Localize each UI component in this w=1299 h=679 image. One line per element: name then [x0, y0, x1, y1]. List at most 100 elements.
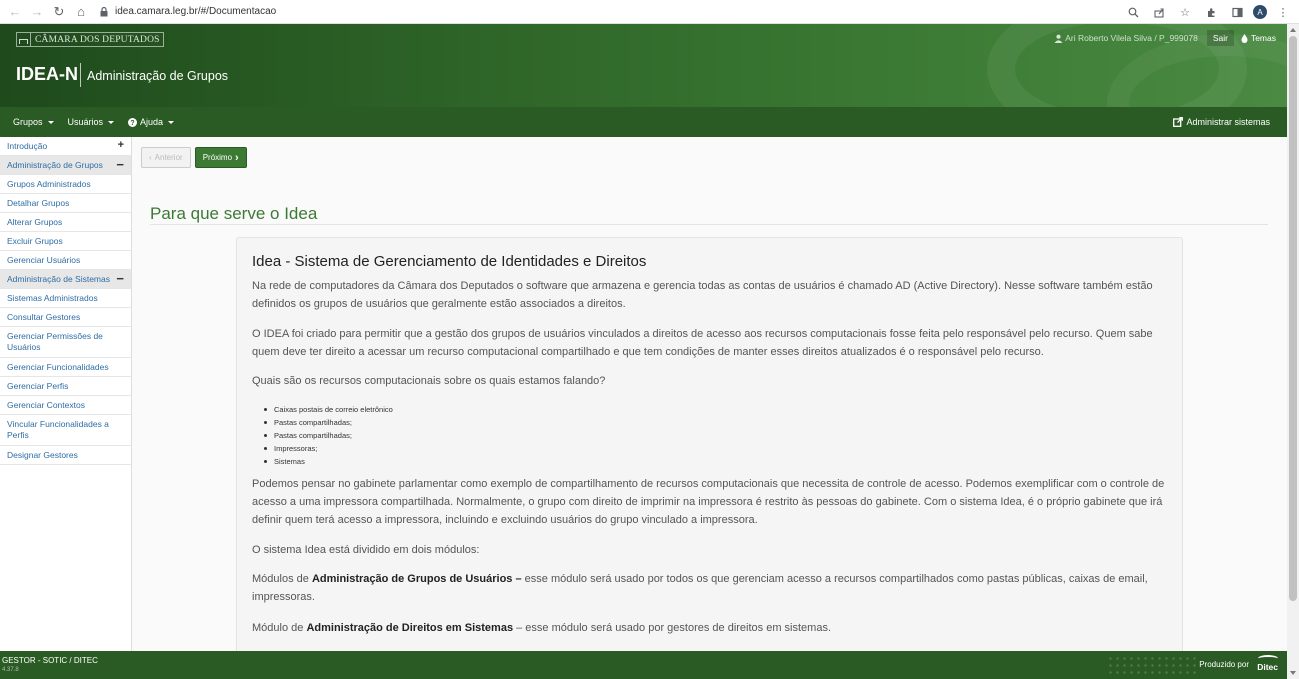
question-circle-icon: ?	[128, 117, 138, 127]
page-scrollbar[interactable]	[1287, 24, 1299, 679]
sidebar-item-label: Introdução	[7, 141, 48, 151]
back-icon[interactable]: ←	[4, 1, 26, 23]
pager: ‹ Anterior Próximo ›	[141, 147, 247, 168]
expand-icon[interactable]: +	[118, 140, 124, 151]
nav-groups-dropdown[interactable]: Grupos	[0, 107, 61, 137]
produced-by: Produzido por	[1199, 660, 1249, 669]
nav-help-label: Ajuda	[140, 117, 164, 127]
scroll-thumb[interactable]	[1289, 36, 1297, 601]
reload-icon[interactable]: ↻	[48, 1, 70, 23]
sidebar-item-label: Administração de Sistemas	[7, 274, 110, 284]
sidebar-item-label: Gerenciar Perfis	[7, 381, 69, 391]
previous-label: Anterior	[154, 153, 183, 162]
caret-down-icon	[168, 120, 175, 124]
sidebar-item-designar-gestores[interactable]: Designar Gestores	[0, 446, 131, 465]
sidebar-item-label: Gerenciar Permissões de Usuários	[7, 331, 103, 352]
next-button[interactable]: Próximo ›	[194, 147, 247, 168]
zoom-icon[interactable]	[1123, 2, 1143, 22]
sidebar-item-label: Gerenciar Contextos	[7, 400, 85, 410]
caret-down-icon	[108, 120, 115, 124]
scroll-up-icon[interactable]	[1290, 28, 1296, 32]
paragraph: O IDEA foi criado para permitir que a ge…	[252, 328, 1153, 358]
paragraph: Na rede de computadores da Câmara dos De…	[252, 280, 1153, 310]
chevron-left-icon: ‹	[149, 153, 152, 162]
lock-icon	[98, 6, 110, 18]
sidebar-item-gerenciar-funcionalidades[interactable]: Gerenciar Funcionalidades	[0, 358, 131, 377]
camara-logo-icon	[17, 33, 31, 46]
collapse-icon[interactable]: −	[116, 158, 124, 171]
bookmark-star-icon[interactable]: ☆	[1175, 2, 1195, 22]
list-item: Pastas compartilhadas;	[264, 416, 393, 429]
browser-toolbar: ← → ↻ ⌂ idea.camara.leg.br/#/Documentaca…	[0, 0, 1299, 24]
sidebar-item-vincular-funcionalidades[interactable]: Vincular Funcionalidades a Perfis	[0, 415, 131, 446]
paragraph: Podemos pensar no gabinete parlamentar c…	[252, 478, 1165, 526]
camara-logo-text: CÂMARA DOS DEPUTADOS	[35, 34, 160, 45]
main-navbar: Grupos Usuários ? Ajuda Administrar sist…	[0, 107, 1287, 137]
forward-icon[interactable]: →	[26, 1, 48, 23]
paragraph: O sistema Idea está dividido em dois mód…	[252, 544, 480, 556]
sidebar-item-grupos-administrados[interactable]: Grupos Administrados	[0, 175, 131, 194]
admin-systems-link[interactable]: Administrar sistemas	[1173, 107, 1270, 137]
sidebar-item-sistemas-administrados[interactable]: Sistemas Administrados	[0, 289, 131, 308]
share-icon[interactable]	[1149, 2, 1169, 22]
drop-icon	[1241, 33, 1248, 43]
list-item: Sistemas	[264, 455, 393, 468]
sidebar-item-introducao[interactable]: Introdução +	[0, 137, 131, 156]
app-name: IDEA-N	[16, 64, 78, 84]
footer: GESTOR - SOTIC / DITEC 4.37.8 Produzido …	[0, 651, 1287, 679]
previous-button[interactable]: ‹ Anterior	[141, 147, 191, 168]
nav-help-dropdown[interactable]: ? Ajuda	[121, 107, 181, 137]
sidebar-item-detalhar-grupos[interactable]: Detalhar Grupos	[0, 194, 131, 213]
footer-version: 4.37.8	[2, 667, 19, 673]
resources-list: Caixas postais de correio eletrônico Pas…	[264, 403, 393, 468]
sidebar-item-label: Consultar Gestores	[7, 312, 81, 322]
ditec-logo-icon	[1257, 655, 1278, 662]
caret-down-icon	[47, 120, 54, 124]
sidebar-item-alterar-grupos[interactable]: Alterar Grupos	[0, 213, 131, 232]
paragraph: Módulos de Administração de Grupos de Us…	[252, 570, 1172, 606]
user-info[interactable]: Ari Roberto Vilela Silva / P_999078	[1048, 33, 1204, 43]
list-item: Caixas postais de correio eletrônico	[264, 403, 393, 416]
paragraph-bold: Administração de Direitos em Sistemas	[306, 622, 514, 634]
user-icon	[1054, 34, 1063, 43]
sidebar-group-admin-grupos[interactable]: Administração de Grupos −	[0, 156, 131, 175]
sidebar-item-consultar-gestores[interactable]: Consultar Gestores	[0, 308, 131, 327]
chevron-right-icon: ›	[235, 151, 239, 164]
profile-avatar[interactable]: A	[1253, 5, 1267, 19]
logout-button[interactable]: Sair	[1206, 30, 1234, 46]
browser-menu-icon[interactable]: ⋮	[1273, 2, 1293, 22]
sidebar-item-excluir-grupos[interactable]: Excluir Grupos	[0, 232, 131, 251]
side-panel-icon[interactable]	[1227, 2, 1247, 22]
next-label: Próximo	[202, 153, 233, 162]
user-area: Ari Roberto Vilela Silva / P_999078 Sair…	[1048, 30, 1280, 46]
sidebar-item-gerenciar-contextos[interactable]: Gerenciar Contextos	[0, 396, 131, 415]
card-title: Idea - Sistema de Gerenciamento de Ident…	[252, 253, 647, 270]
paragraph-bold: Administração de Grupos de Usuários –	[311, 573, 522, 585]
themes-button[interactable]: Temas	[1237, 30, 1280, 46]
home-icon[interactable]: ⌂	[70, 1, 92, 23]
sidebar-group-admin-sistemas[interactable]: Administração de Sistemas −	[0, 270, 131, 289]
ditec-logo: Ditec	[1257, 655, 1278, 672]
paragraph: Quais são os recursos computacionais sob…	[252, 375, 606, 387]
svg-text:?: ?	[130, 120, 134, 127]
sidebar-item-label: Grupos Administrados	[7, 179, 91, 189]
footer-org: GESTOR - SOTIC / DITEC	[2, 656, 98, 665]
sidebar-item-label: Gerenciar Funcionalidades	[7, 362, 109, 372]
sidebar-item-label: Administração de Grupos	[7, 160, 103, 170]
collapse-icon[interactable]: −	[116, 272, 124, 285]
sidebar-item-gerenciar-perfis[interactable]: Gerenciar Perfis	[0, 377, 131, 396]
extensions-icon[interactable]	[1201, 2, 1221, 22]
sidebar-item-gerenciar-usuarios[interactable]: Gerenciar Usuários	[0, 251, 131, 270]
sidebar-item-label: Gerenciar Usuários	[7, 255, 81, 265]
paragraph-text: Módulo de	[252, 622, 307, 634]
nav-users-dropdown[interactable]: Usuários	[61, 107, 122, 137]
scroll-down-icon[interactable]	[1290, 671, 1296, 675]
app-subtitle: Administração de Grupos	[87, 69, 229, 83]
sidebar-item-label: Vincular Funcionalidades a Perfis	[7, 419, 109, 440]
paragraph: Módulo de Administração de Direitos em S…	[252, 619, 1172, 637]
user-name: Ari Roberto Vilela Silva / P_999078	[1065, 33, 1198, 43]
documentation-card: Idea - Sistema de Gerenciamento de Ident…	[236, 237, 1183, 657]
sidebar-item-label: Alterar Grupos	[7, 217, 63, 227]
address-bar[interactable]: idea.camara.leg.br/#/Documentacao	[98, 2, 276, 22]
sidebar-item-gerenciar-permissoes[interactable]: Gerenciar Permissões de Usuários	[0, 327, 131, 358]
